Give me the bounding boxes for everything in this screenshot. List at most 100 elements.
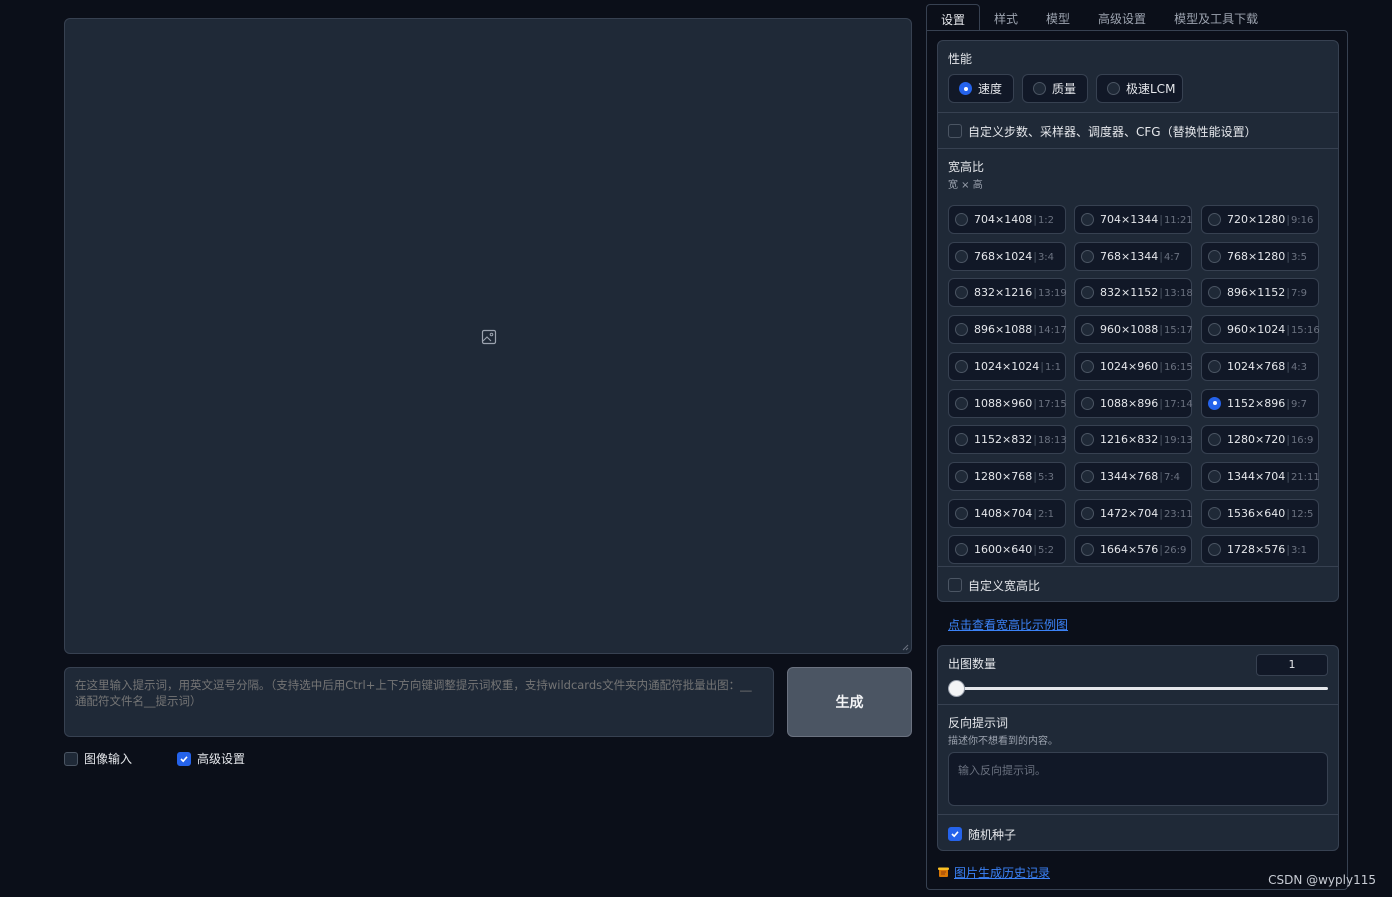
aspect-ratio-radio[interactable] <box>1081 359 1094 373</box>
aspect-ratio-value: 23:11 <box>1163 508 1193 520</box>
aspect-ratio-radio[interactable] <box>1208 433 1221 447</box>
aspect-ratio-radio[interactable] <box>1208 213 1221 226</box>
tab-settings[interactable]: 设置 <box>926 4 981 31</box>
negative-prompt-input[interactable]: 输入反向提示词。 <box>948 752 1328 806</box>
aspect-ratio-option[interactable]: 768×1344|4:7 <box>1074 241 1192 271</box>
random-seed-checkbox[interactable] <box>948 827 962 841</box>
history-link-row[interactable]: 图片生成历史记录 <box>937 864 1050 881</box>
aspect-ratio-option[interactable]: 1536×640|12:5 <box>1201 498 1319 528</box>
aspect-ratio-option[interactable]: 832×1216|13:19 <box>948 278 1067 308</box>
aspect-ratio-separator: | <box>1159 469 1163 483</box>
performance-quality-radio[interactable] <box>1033 82 1046 95</box>
image-count-slider-handle[interactable] <box>948 680 965 697</box>
aspect-ratio-radio[interactable] <box>1081 469 1094 483</box>
aspect-ratio-option[interactable]: 704×1344|11:21 <box>1074 205 1193 234</box>
aspect-ratio-option[interactable]: 960×1024|15:16 <box>1201 315 1320 345</box>
aspect-example-link[interactable]: 点击查看宽高比示例图 <box>948 616 1068 633</box>
image-count-input[interactable]: 1 <box>1256 654 1328 676</box>
aspect-ratio-option[interactable]: 1600×640|5:2 <box>948 535 1066 565</box>
aspect-ratio-option[interactable]: 1664×576|26:9 <box>1074 535 1192 565</box>
aspect-ratio-option[interactable]: 1472×704|23:11 <box>1074 498 1193 528</box>
aspect-ratio-radio[interactable] <box>955 359 968 373</box>
performance-option-speed[interactable]: 速度 <box>948 74 1014 103</box>
image-gallery[interactable] <box>64 18 912 654</box>
custom-steps-row[interactable]: 自定义步数、采样器、调度器、CFG（替换性能设置） <box>938 112 1338 148</box>
tab-downloads[interactable]: 模型及工具下载 <box>1160 4 1272 31</box>
aspect-ratio-option[interactable]: 704×1408|1:2 <box>948 205 1066 234</box>
aspect-ratio-radio[interactable] <box>1208 323 1221 337</box>
aspect-ratio-radio[interactable] <box>1081 213 1094 226</box>
aspect-ratio-radio[interactable] <box>1081 543 1094 557</box>
tab-styles[interactable]: 样式 <box>980 4 1032 31</box>
aspect-ratio-option[interactable]: 1152×896|9:7 <box>1201 388 1319 418</box>
aspect-ratio-radio[interactable] <box>955 396 968 410</box>
aspect-ratio-option[interactable]: 1024×768|4:3 <box>1201 351 1319 381</box>
aspect-ratio-value: 14:17 <box>1037 325 1067 337</box>
performance-option-lcm[interactable]: 极速LCM <box>1096 74 1183 103</box>
aspect-ratio-separator: | <box>1286 359 1290 373</box>
generate-button[interactable]: 生成 <box>787 667 912 737</box>
aspect-ratio-option[interactable]: 768×1280|3:5 <box>1201 241 1319 271</box>
performance-option-quality[interactable]: 质量 <box>1022 74 1088 103</box>
image-input-checkbox[interactable] <box>64 751 78 766</box>
aspect-ratio-option[interactable]: 1344×768|7:4 <box>1074 461 1192 491</box>
aspect-ratio-radio[interactable] <box>955 506 968 520</box>
aspect-ratio-radio[interactable] <box>1208 396 1221 410</box>
aspect-ratio-option[interactable]: 832×1152|13:18 <box>1074 278 1193 308</box>
aspect-ratio-option[interactable]: 1280×768|5:3 <box>948 461 1066 491</box>
aspect-ratio-radio[interactable] <box>1081 286 1094 300</box>
aspect-ratio-radio[interactable] <box>1208 249 1221 263</box>
aspect-ratio-radio[interactable] <box>1081 396 1094 410</box>
aspect-ratio-option[interactable]: 720×1280|9:16 <box>1201 205 1319 234</box>
aspect-ratio-option[interactable]: 1152×832|18:13 <box>948 425 1067 455</box>
aspect-ratio-radio[interactable] <box>1208 543 1221 557</box>
aspect-ratio-option[interactable]: 1088×896|17:14 <box>1074 388 1193 418</box>
advanced-settings-checkbox[interactable] <box>177 751 191 766</box>
aspect-ratio-radio[interactable] <box>955 286 968 300</box>
aspect-ratio-option[interactable]: 896×1152|7:9 <box>1201 278 1319 308</box>
image-input-toggle[interactable]: 图像输入 <box>64 750 132 767</box>
performance-lcm-radio[interactable] <box>1107 82 1120 95</box>
aspect-ratio-radio[interactable] <box>955 323 968 337</box>
history-link[interactable]: 图片生成历史记录 <box>954 864 1050 881</box>
aspect-ratio-radio[interactable] <box>1208 359 1221 373</box>
aspect-ratio-separator: | <box>1033 249 1037 263</box>
custom-aspect-row[interactable]: 自定义宽高比 <box>938 566 1338 602</box>
aspect-ratio-option[interactable]: 896×1088|14:17 <box>948 315 1067 345</box>
aspect-ratio-option[interactable]: 768×1024|3:4 <box>948 241 1066 271</box>
aspect-ratio-radio[interactable] <box>955 543 968 557</box>
aspect-ratio-option[interactable]: 1408×704|2:1 <box>948 498 1066 528</box>
prompt-input[interactable] <box>64 667 774 737</box>
aspect-ratio-option[interactable]: 1088×960|17:15 <box>948 388 1067 418</box>
tab-models[interactable]: 模型 <box>1032 4 1084 31</box>
aspect-ratio-option[interactable]: 1344×704|21:11 <box>1201 461 1320 491</box>
random-seed-row[interactable]: 随机种子 <box>938 814 1338 850</box>
aspect-ratio-radio[interactable] <box>1081 249 1094 263</box>
aspect-ratio-radio[interactable] <box>1081 433 1094 447</box>
advanced-settings-toggle[interactable]: 高级设置 <box>177 750 245 767</box>
aspect-ratio-value: 16:9 <box>1290 435 1314 447</box>
aspect-ratio-radio[interactable] <box>955 249 968 263</box>
aspect-ratio-radio[interactable] <box>1081 323 1094 337</box>
image-count-slider-track[interactable] <box>948 687 1328 690</box>
resize-handle-icon[interactable] <box>901 643 909 651</box>
aspect-ratio-option[interactable]: 1216×832|19:13 <box>1074 425 1193 455</box>
performance-speed-radio[interactable] <box>959 82 972 95</box>
aspect-ratio-text: 704×1408|1:2 <box>974 213 1054 226</box>
aspect-ratio-option[interactable]: 1024×960|16:15 <box>1074 351 1193 381</box>
aspect-ratio-radio[interactable] <box>955 213 968 226</box>
aspect-ratio-option[interactable]: 1728×576|3:1 <box>1201 535 1319 565</box>
aspect-ratio-radio[interactable] <box>1208 469 1221 483</box>
aspect-ratio-option[interactable]: 1024×1024|1:1 <box>948 351 1066 381</box>
aspect-ratio-text: 832×1152|13:18 <box>1100 286 1193 299</box>
aspect-ratio-radio[interactable] <box>1208 506 1221 520</box>
custom-steps-checkbox[interactable] <box>948 124 962 138</box>
tab-advanced[interactable]: 高级设置 <box>1084 4 1160 31</box>
aspect-ratio-radio[interactable] <box>955 433 968 447</box>
aspect-ratio-radio[interactable] <box>955 469 968 483</box>
aspect-ratio-option[interactable]: 1280×720|16:9 <box>1201 425 1319 455</box>
aspect-ratio-radio[interactable] <box>1081 506 1094 520</box>
custom-aspect-checkbox[interactable] <box>948 578 962 592</box>
aspect-ratio-radio[interactable] <box>1208 286 1221 300</box>
aspect-ratio-option[interactable]: 960×1088|15:17 <box>1074 315 1193 345</box>
